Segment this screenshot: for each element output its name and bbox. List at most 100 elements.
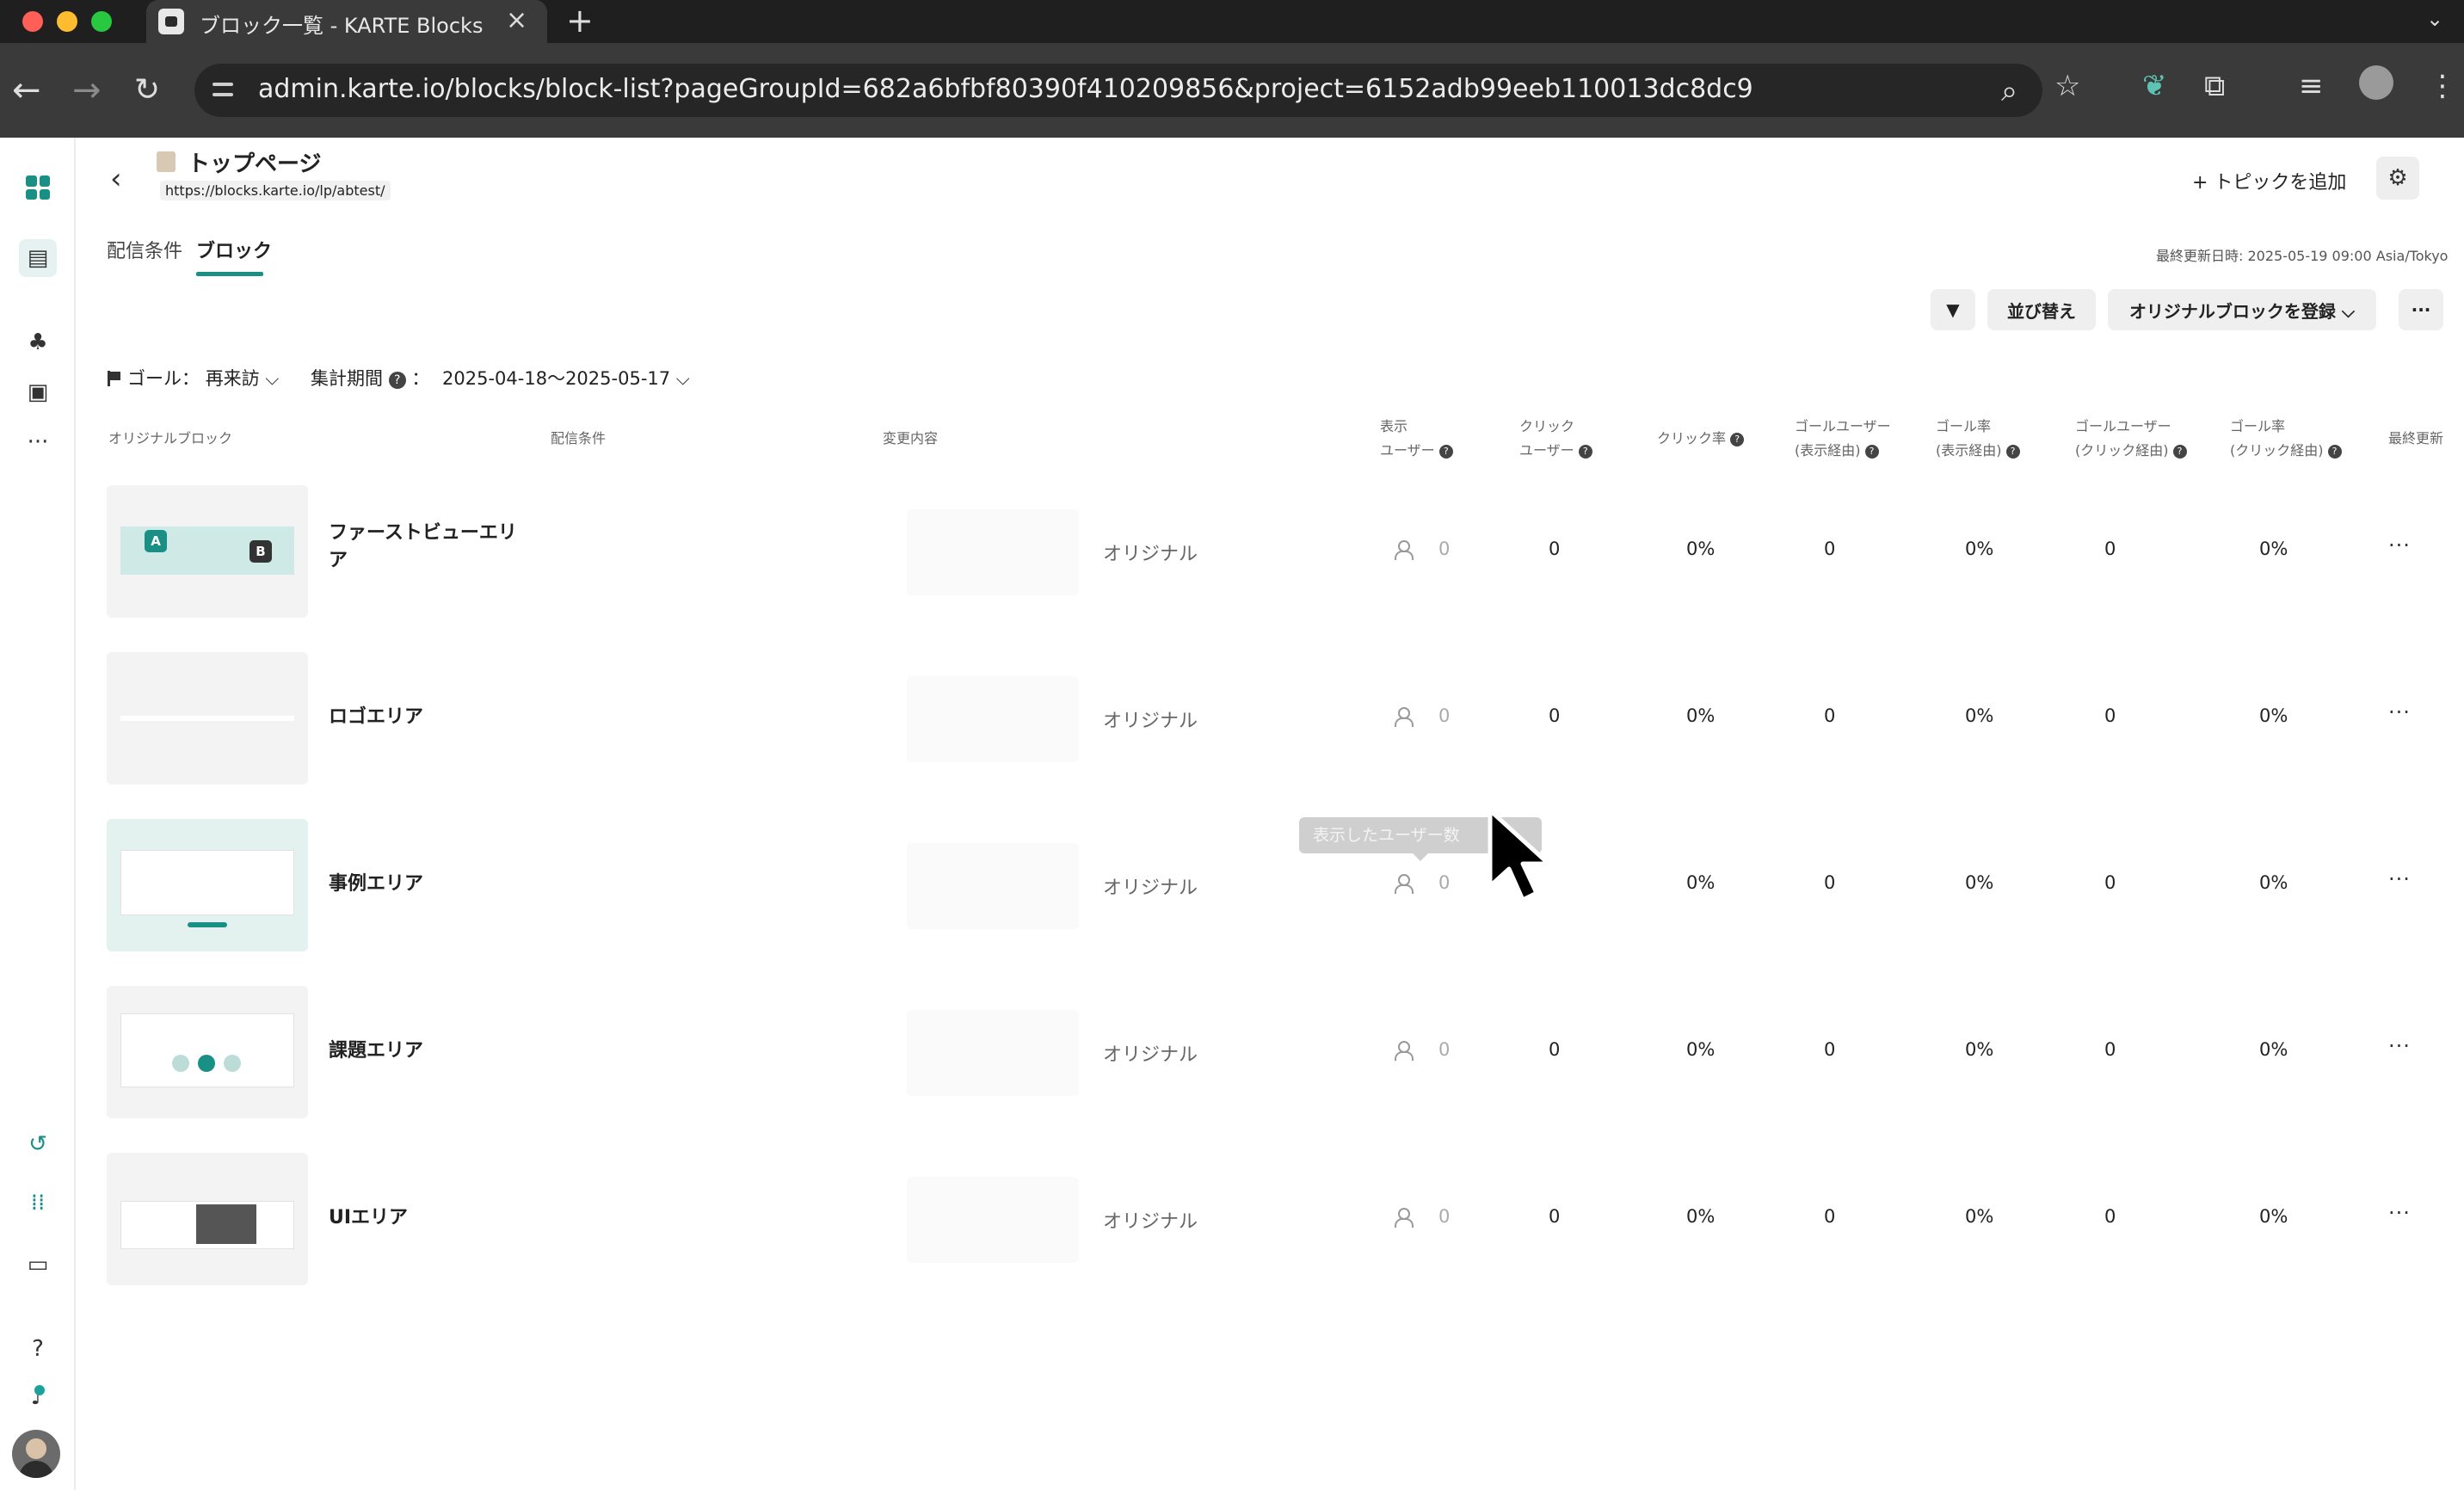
period-value[interactable]: 2025-04-18〜2025-05-17 ⌵: [442, 368, 690, 389]
profile-icon[interactable]: [2359, 65, 2393, 100]
more-actions-button[interactable]: ···: [2399, 289, 2443, 330]
help-icon[interactable]: ?: [1438, 445, 1453, 459]
url-text[interactable]: admin.karte.io/blocks/block-list?pageGro…: [258, 74, 1753, 104]
calendar-nav-icon[interactable]: ▣: [19, 373, 57, 411]
goal-rate-view-value: 0%: [1965, 872, 1994, 893]
goal-value[interactable]: 再来訪 ⌵: [206, 368, 280, 389]
help-icon[interactable]: ?: [1864, 445, 1879, 459]
user-icon: [1394, 874, 1414, 894]
goal-users-click-value: 0: [2104, 1039, 2116, 1060]
site-info-icon[interactable]: [210, 76, 239, 105]
block-thumbnail[interactable]: A B: [107, 485, 308, 618]
row-menu-icon[interactable]: ···: [2388, 867, 2411, 891]
extension-leaf-icon[interactable]: ❦: [2142, 69, 2167, 103]
block-name[interactable]: UIエリア: [329, 1204, 527, 1232]
goal-rate-view-value: 0%: [1965, 1206, 1994, 1227]
browser-menu-icon[interactable]: ⋮: [2428, 69, 2457, 103]
media-control-icon[interactable]: ≡: [2299, 69, 2324, 103]
help-icon[interactable]: ?: [388, 372, 406, 389]
block-thumbnail[interactable]: [107, 1153, 308, 1285]
block-thumbnail[interactable]: [107, 819, 308, 951]
help-icon[interactable]: ?: [1730, 433, 1745, 446]
page-url[interactable]: https://blocks.karte.io/lp/abtest/: [160, 181, 391, 200]
history-nav-icon[interactable]: ↺: [19, 1125, 57, 1163]
browser-toolbar: ← → ↻ admin.karte.io/blocks/block-list?p…: [0, 43, 2464, 138]
bell-icon[interactable]: ♪: [19, 1378, 57, 1416]
forward-icon[interactable]: →: [72, 69, 102, 112]
maximize-window-button[interactable]: [91, 11, 112, 32]
table-row[interactable]: ロゴエリア オリジナル 0 0 0% 0 0% 0 0% ···: [107, 652, 2430, 785]
change-thumbnail[interactable]: [907, 676, 1079, 762]
blocks-nav-icon[interactable]: ▤: [19, 239, 57, 277]
change-thumbnail[interactable]: [907, 843, 1079, 929]
org-nav-icon[interactable]: ♣: [19, 323, 57, 361]
click-rate-value: 0%: [1686, 1039, 1716, 1060]
close-window-button[interactable]: [22, 11, 43, 32]
row-menu-icon[interactable]: ···: [2388, 533, 2411, 557]
user-icon: [1394, 1208, 1414, 1228]
block-name[interactable]: 事例エリア: [329, 871, 527, 898]
table-row[interactable]: 事例エリア オリジナル 0 0% 0 0% 0 0% ···: [107, 819, 2430, 951]
block-name[interactable]: ファーストビューエリア: [329, 520, 527, 575]
help-icon[interactable]: ?: [1578, 445, 1592, 459]
browser-tab[interactable]: ブロック一覧 - KARTE Blocks ×: [146, 0, 547, 43]
back-arrow-icon[interactable]: ‹: [110, 162, 122, 196]
tab-title: ブロック一覧 - KARTE Blocks: [200, 14, 484, 38]
tab-blocks[interactable]: ブロック: [196, 236, 272, 263]
back-icon[interactable]: ←: [12, 69, 41, 112]
extensions-puzzle-icon[interactable]: ⧉: [2204, 69, 2225, 103]
block-name[interactable]: 課題エリア: [329, 1037, 527, 1065]
goal-users-click-value: 0: [2104, 1206, 2116, 1227]
address-bar[interactable]: admin.karte.io/blocks/block-list?pageGro…: [194, 64, 2042, 117]
block-thumbnail[interactable]: [107, 986, 308, 1118]
avatar[interactable]: [12, 1430, 60, 1478]
goal-rate-view-value: 0%: [1965, 705, 1994, 726]
tab-search-icon[interactable]: ⌄: [2426, 7, 2443, 31]
help-icon[interactable]: ?: [2172, 445, 2187, 459]
close-tab-icon[interactable]: ×: [506, 5, 527, 35]
minimize-window-button[interactable]: [57, 11, 77, 32]
goal-users-click-value: 0: [2104, 539, 2116, 559]
change-thumbnail[interactable]: [907, 1177, 1079, 1263]
click-rate-value: 0%: [1686, 1206, 1716, 1227]
zoom-icon[interactable]: ⌕: [2001, 74, 2017, 108]
goal-rate-view-value: 0%: [1965, 539, 1994, 559]
bookmark-star-icon[interactable]: ☆: [2054, 69, 2080, 103]
block-thumbnail[interactable]: [107, 652, 308, 785]
help-icon[interactable]: ?: [2005, 445, 2020, 459]
table-row[interactable]: A B ファーストビューエリア オリジナル 0 0 0% 0 0% 0 0% ·…: [107, 485, 2430, 618]
col-goal-rate-click: ゴール率 (クリック経由) ?: [2230, 415, 2342, 463]
goal-filter[interactable]: ゴール： 再来訪 ⌵ 集計期間 ? ： 2025-04-18〜2025-05-1…: [107, 365, 690, 391]
tab-delivery-conditions[interactable]: 配信条件: [107, 236, 182, 263]
window-nav-icon[interactable]: ▭: [19, 1246, 57, 1284]
register-original-block-button[interactable]: オリジナルブロックを登録 ⌵: [2108, 289, 2376, 330]
new-tab-icon[interactable]: +: [566, 2, 594, 40]
change-label: オリジナル: [1103, 877, 1198, 899]
thumbnail-figure: [198, 1055, 215, 1072]
col-click-users: クリック ユーザー ?: [1519, 415, 1592, 463]
settings-button[interactable]: ⚙: [2376, 157, 2419, 200]
change-thumbnail[interactable]: [907, 509, 1079, 595]
reload-icon[interactable]: ↻: [134, 69, 160, 112]
more-nav-icon[interactable]: ···: [19, 423, 57, 461]
user-icon: [1394, 1041, 1414, 1061]
help-icon[interactable]: ?: [2327, 445, 2342, 459]
add-topic-button[interactable]: + トピックを追加: [2192, 167, 2346, 194]
row-menu-icon[interactable]: ···: [2388, 700, 2411, 724]
table-row[interactable]: 課題エリア オリジナル 0 0 0% 0 0% 0 0% ···: [107, 986, 2430, 1118]
filter-button[interactable]: ▼: [1931, 289, 1975, 330]
row-menu-icon[interactable]: ···: [2388, 1034, 2411, 1058]
block-name[interactable]: ロゴエリア: [329, 704, 527, 731]
app-logo-icon[interactable]: [19, 169, 57, 206]
apps-grid-icon[interactable]: ⁞⁞: [19, 1184, 57, 1222]
view-users-value: 0: [1438, 1039, 1451, 1060]
change-thumbnail[interactable]: [907, 1010, 1079, 1096]
col-view-users: 表示 ユーザー ?: [1380, 415, 1453, 463]
filter-icon: ▼: [1946, 299, 1960, 320]
table-row[interactable]: UIエリア オリジナル 0 0 0% 0 0% 0 0% ···: [107, 1153, 2430, 1285]
row-menu-icon[interactable]: ···: [2388, 1201, 2411, 1225]
sort-button[interactable]: 並び替え: [1987, 289, 2096, 330]
thumbnail-preview: [120, 1013, 294, 1087]
help-nav-icon[interactable]: ?: [19, 1330, 57, 1368]
col-view-users-line1: 表示: [1380, 418, 1408, 434]
